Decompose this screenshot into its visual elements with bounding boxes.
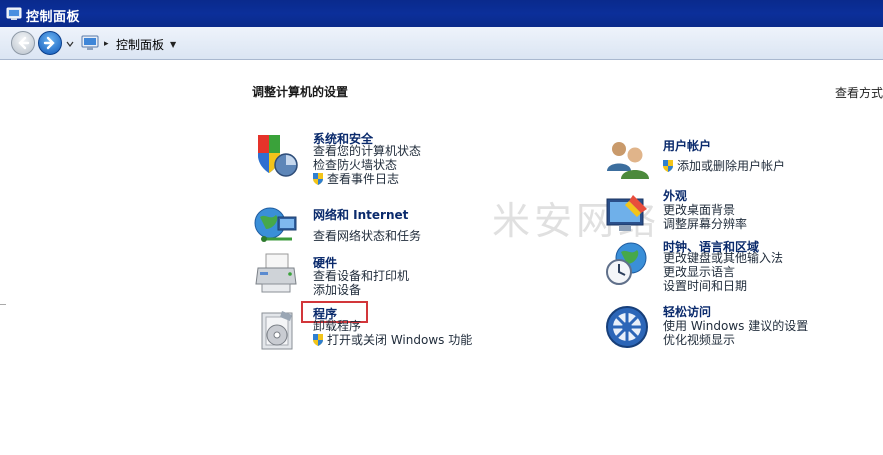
- uac-shield-icon: [313, 173, 323, 185]
- divider: [0, 304, 6, 305]
- breadcrumb-separator-icon[interactable]: ▸: [104, 39, 109, 49]
- hardware-printer-icon[interactable]: [252, 250, 300, 298]
- breadcrumb-control-panel[interactable]: 控制面板: [116, 36, 164, 53]
- category-ease-of-access[interactable]: 轻松访问: [663, 303, 711, 320]
- link-view-network-status[interactable]: 查看网络状态和任务: [313, 229, 421, 243]
- link-adjust-screen-resolution[interactable]: 调整屏幕分辨率: [663, 217, 747, 231]
- link-optimize-visual-display[interactable]: 优化视频显示: [663, 333, 735, 347]
- category-appearance[interactable]: 外观: [663, 187, 687, 204]
- link-change-desktop-background[interactable]: 更改桌面背景: [663, 203, 735, 217]
- address-bar[interactable]: ▸ 控制面板 ▼: [78, 31, 878, 55]
- user-accounts-icon[interactable]: [603, 135, 651, 183]
- breadcrumb-dropdown-icon[interactable]: ▼: [170, 40, 176, 49]
- control-panel-address-icon: [81, 35, 99, 50]
- navigation-bar: ▸ 控制面板 ▼: [0, 27, 883, 60]
- system-security-icon[interactable]: [252, 131, 300, 179]
- forward-button[interactable]: [38, 31, 62, 55]
- ease-of-access-icon[interactable]: [603, 303, 651, 351]
- link-add-device[interactable]: 添加设备: [313, 283, 361, 297]
- title-bar: 控制面板: [0, 0, 883, 27]
- link-turn-windows-features[interactable]: 打开或关闭 Windows 功能: [311, 333, 472, 347]
- uac-shield-icon: [313, 334, 323, 346]
- page-title: 调整计算机的设置: [252, 85, 349, 99]
- programs-icon[interactable]: [254, 307, 302, 355]
- window-title: 控制面板: [26, 10, 81, 25]
- link-change-display-language[interactable]: 更改显示语言: [663, 265, 735, 279]
- link-add-remove-user-accounts[interactable]: 添加或删除用户帐户: [661, 159, 785, 173]
- link-use-windows-recommended-settings[interactable]: 使用 Windows 建议的设置: [663, 319, 808, 333]
- category-network-internet[interactable]: 网络和 Internet: [313, 206, 408, 223]
- clock-language-region-icon[interactable]: [603, 240, 651, 288]
- back-arrow-icon: [18, 36, 30, 50]
- link-view-devices-printers[interactable]: 查看设备和打印机: [313, 269, 409, 283]
- control-panel-content: 调整计算机的设置 查看方式 米安网络 系统和安全 查看您的计算机状态 检查防火墙…: [0, 60, 883, 455]
- control-panel-icon: [6, 7, 22, 20]
- back-button[interactable]: [11, 31, 35, 55]
- link-uninstall-program[interactable]: 卸载程序: [313, 319, 361, 333]
- link-label: 查看事件日志: [327, 172, 400, 186]
- recent-pages-dropdown-icon[interactable]: [66, 41, 74, 47]
- link-check-firewall-status[interactable]: 检查防火墙状态: [313, 158, 397, 172]
- view-by-label[interactable]: 查看方式: [835, 84, 883, 101]
- category-user-accounts[interactable]: 用户帐户: [663, 137, 711, 154]
- uac-shield-icon: [663, 160, 673, 172]
- link-change-keyboard-input[interactable]: 更改键盘或其他输入法: [663, 251, 783, 265]
- link-label: 打开或关闭 Windows 功能: [327, 333, 473, 347]
- link-view-computer-status[interactable]: 查看您的计算机状态: [313, 144, 421, 158]
- link-set-time-date[interactable]: 设置时间和日期: [663, 279, 747, 293]
- link-label: 添加或删除用户帐户: [677, 159, 786, 173]
- forward-arrow-icon: [43, 36, 55, 50]
- link-view-event-log[interactable]: 查看事件日志: [311, 172, 399, 186]
- appearance-icon[interactable]: [603, 191, 651, 239]
- network-internet-icon[interactable]: [252, 201, 300, 249]
